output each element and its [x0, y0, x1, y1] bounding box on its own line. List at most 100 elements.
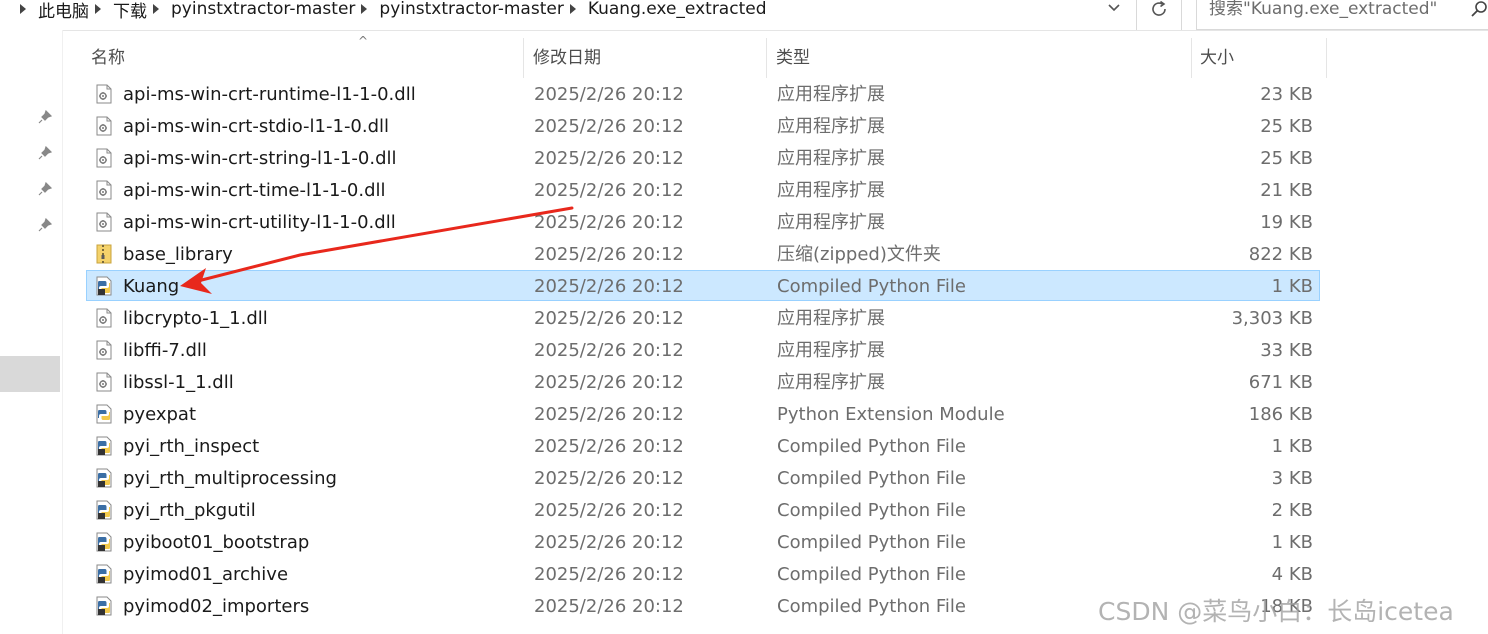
column-divider[interactable] — [1191, 38, 1192, 78]
python-compiled-icon — [95, 276, 113, 296]
file-row[interactable]: api-ms-win-crt-utility-l1-1-0.dll 2025/2/… — [86, 206, 1320, 237]
chevron-down-icon — [1108, 4, 1120, 12]
file-modified-date: 2025/2/26 20:12 — [534, 372, 684, 393]
file-name: Kuang — [123, 276, 180, 297]
file-row[interactable]: pyi_rth_inspect 2025/2/26 20:12 Compiled P… — [86, 430, 1320, 461]
column-header-row: ^ 名称 修改日期 类型 大小 — [62, 34, 1327, 78]
dll-file-icon — [95, 340, 113, 360]
pin-icon[interactable] — [38, 146, 52, 160]
zip-folder-icon — [95, 244, 113, 264]
column-divider[interactable] — [1326, 38, 1327, 78]
python-compiled-icon — [95, 532, 113, 552]
file-row[interactable]: api-ms-win-crt-runtime-l1-1-0.dll 2025/2/… — [86, 78, 1320, 109]
file-row[interactable]: api-ms-win-crt-stdio-l1-1-0.dll 2025/2/26… — [86, 110, 1320, 141]
file-type: Compiled Python File — [777, 500, 966, 521]
file-modified-date: 2025/2/26 20:12 — [534, 116, 684, 137]
file-size: 25 KB — [1260, 148, 1313, 169]
pin-icon[interactable] — [38, 218, 52, 232]
file-name: pyimod01_archive — [123, 564, 289, 585]
file-name: pyimod02_importers — [123, 596, 310, 617]
breadcrumb: 此电脑 下载 pyinstxtractor-master pyinstxtrac… — [14, 0, 767, 22]
chevron-right-icon[interactable] — [20, 4, 26, 14]
address-box[interactable]: 此电脑 下载 pyinstxtractor-master pyinstxtrac… — [0, 0, 1137, 30]
file-size: 3,303 KB — [1231, 308, 1313, 329]
column-header-type[interactable]: 类型 — [776, 38, 810, 78]
file-type: 应用程序扩展 — [777, 84, 885, 105]
file-size: 822 KB — [1248, 244, 1313, 265]
breadcrumb-item-current-folder[interactable]: Kuang.exe_extracted — [588, 0, 767, 19]
chevron-right-icon[interactable] — [569, 4, 576, 14]
file-type: Compiled Python File — [777, 436, 966, 457]
file-type: 应用程序扩展 — [777, 308, 885, 329]
file-modified-date: 2025/2/26 20:12 — [534, 532, 684, 553]
file-name: libffi-7.dll — [123, 340, 207, 361]
file-modified-date: 2025/2/26 20:12 — [534, 436, 684, 457]
chevron-right-icon[interactable] — [153, 4, 159, 14]
search-box[interactable] — [1196, 0, 1488, 30]
column-divider[interactable] — [523, 38, 524, 78]
file-row[interactable]: pyi_rth_multiprocessing 2025/2/26 20:12 Co… — [86, 462, 1320, 493]
file-type: 应用程序扩展 — [777, 180, 885, 201]
file-row[interactable]: Kuang 2025/2/26 20:12 Compiled Python File… — [86, 270, 1320, 301]
file-modified-date: 2025/2/26 20:12 — [534, 212, 684, 233]
column-header-size[interactable]: 大小 — [1200, 38, 1234, 78]
column-header-name[interactable]: 名称 — [91, 38, 125, 78]
pin-icon[interactable] — [38, 182, 52, 196]
file-row[interactable]: api-ms-win-crt-time-l1-1-0.dll 2025/2/26 … — [86, 174, 1320, 205]
file-modified-date: 2025/2/26 20:12 — [534, 596, 684, 617]
file-row[interactable]: api-ms-win-crt-string-l1-1-0.dll 2025/2/2… — [86, 142, 1320, 173]
file-type: Python Extension Module — [777, 404, 1005, 425]
nav-selected-item[interactable] — [0, 356, 60, 392]
file-type: Compiled Python File — [777, 468, 966, 489]
file-size: 3 KB — [1271, 468, 1313, 489]
file-size: 33 KB — [1260, 340, 1313, 361]
dll-file-icon — [95, 308, 113, 328]
file-row[interactable]: pyexpat 2025/2/26 20:12 Python Extension M… — [86, 398, 1320, 429]
chevron-right-icon[interactable] — [95, 4, 101, 14]
file-type: Compiled Python File — [777, 532, 966, 553]
dll-file-icon — [95, 84, 113, 104]
breadcrumb-item-pyinstxtractor-inner[interactable]: pyinstxtractor-master — [379, 0, 563, 19]
file-size: 21 KB — [1260, 180, 1313, 201]
breadcrumb-item-downloads[interactable]: 下载 — [113, 0, 147, 22]
dll-file-icon — [95, 212, 113, 232]
file-size: 1 KB — [1271, 436, 1313, 457]
pin-icon[interactable] — [38, 110, 52, 124]
column-divider[interactable] — [766, 38, 767, 78]
file-modified-date: 2025/2/26 20:12 — [534, 468, 684, 489]
file-row[interactable]: pyimod01_archive 2025/2/26 20:12 Compiled … — [86, 558, 1320, 589]
address-history-dropdown[interactable] — [1102, 0, 1126, 22]
file-row[interactable]: pyiboot01_bootstrap 2025/2/26 20:12 Compil… — [86, 526, 1320, 557]
file-modified-date: 2025/2/26 20:12 — [534, 404, 684, 425]
column-header-date[interactable]: 修改日期 — [533, 38, 601, 78]
dll-file-icon — [95, 180, 113, 200]
file-size: 25 KB — [1260, 116, 1313, 137]
search-icon[interactable] — [1470, 0, 1488, 18]
file-name: base_library — [123, 244, 233, 265]
chevron-right-icon[interactable] — [361, 4, 368, 14]
breadcrumb-item-this-pc[interactable]: 此电脑 — [38, 0, 89, 22]
refresh-button[interactable] — [1138, 0, 1182, 30]
breadcrumb-item-pyinstxtractor[interactable]: pyinstxtractor-master — [171, 0, 355, 19]
search-input[interactable] — [1207, 0, 1461, 22]
file-type: 应用程序扩展 — [777, 340, 885, 361]
python-compiled-icon — [95, 596, 113, 616]
file-row[interactable]: libffi-7.dll 2025/2/26 20:12 应用程序扩展 33 KB — [86, 334, 1320, 365]
file-row[interactable]: pyi_rth_pkgutil 2025/2/26 20:12 Compiled P… — [86, 494, 1320, 525]
file-name: pyi_rth_inspect — [123, 436, 260, 457]
python-compiled-icon — [95, 564, 113, 584]
file-modified-date: 2025/2/26 20:12 — [534, 180, 684, 201]
file-size: 2 KB — [1271, 500, 1313, 521]
file-modified-date: 2025/2/26 20:12 — [534, 308, 684, 329]
file-size: 186 KB — [1248, 404, 1313, 425]
dll-file-icon — [95, 116, 113, 136]
file-row[interactable]: libcrypto-1_1.dll 2025/2/26 20:12 应用程序扩展 3,… — [86, 302, 1320, 333]
file-size: 23 KB — [1260, 84, 1313, 105]
file-row[interactable]: base_library 2025/2/26 20:12 压缩(zipped)文件夹… — [86, 238, 1320, 269]
watermark: CSDN @菜鸟小白：长岛icetea — [1098, 597, 1454, 626]
refresh-icon — [1151, 0, 1166, 16]
python-compiled-icon — [95, 468, 113, 488]
navigation-pane — [0, 30, 63, 634]
file-name: api-ms-win-crt-stdio-l1-1-0.dll — [123, 116, 390, 137]
file-row[interactable]: libssl-1_1.dll 2025/2/26 20:12 应用程序扩展 671 K… — [86, 366, 1320, 397]
